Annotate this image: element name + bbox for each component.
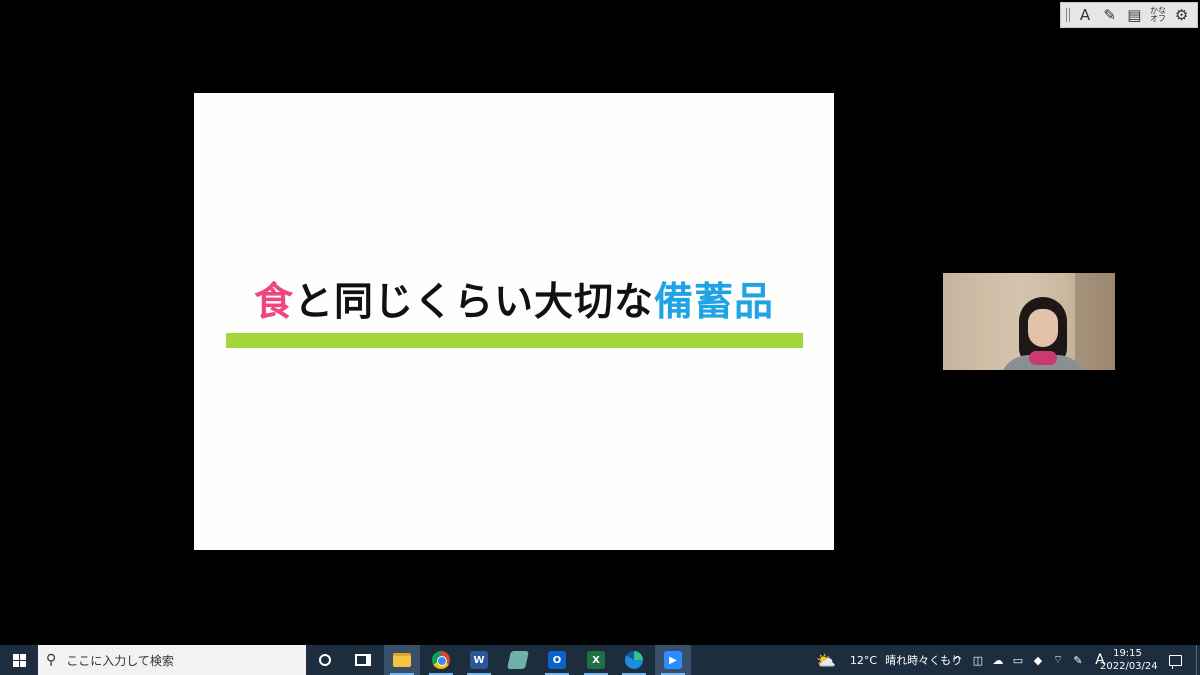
slide-title-food: 食 bbox=[253, 280, 294, 325]
chrome-icon bbox=[432, 651, 450, 669]
clock-date: 2022/03/24 bbox=[1100, 661, 1158, 672]
taskbar: ⚲ ここに入力して検索 W O X ▶ ⛅ 12°C 晴れ時々くもり ^ ◫ ☁… bbox=[0, 645, 1200, 675]
cortana-button[interactable] bbox=[307, 645, 343, 675]
task-view-icon bbox=[355, 654, 371, 666]
wifi-icon[interactable]: ⌔ bbox=[1049, 653, 1067, 667]
pen-icon[interactable]: ✎ bbox=[1069, 654, 1087, 667]
ime-toolbar-grip[interactable] bbox=[1066, 8, 1071, 22]
slide-title-middle: と同じくらい大切な bbox=[293, 280, 654, 325]
weather-partly-cloudy-icon: ⛅ bbox=[816, 650, 836, 670]
slide-underline-bar bbox=[226, 333, 803, 348]
weather-widget[interactable]: ⛅ 12°C 晴れ時々くもり bbox=[816, 645, 962, 675]
word-icon: W bbox=[470, 651, 488, 669]
tray-overflow-chevron-icon[interactable]: ^ bbox=[949, 654, 967, 667]
show-desktop-button[interactable] bbox=[1196, 645, 1200, 675]
slide-title-supplies: 備蓄品 bbox=[654, 280, 775, 325]
taskbar-zoom[interactable]: ▶ bbox=[655, 645, 691, 675]
ime-input-mode-button[interactable]: A bbox=[1075, 5, 1095, 25]
edge-icon bbox=[625, 651, 643, 669]
onedrive-cloud-icon[interactable]: ☁ bbox=[989, 654, 1007, 667]
ime-dictionary-icon[interactable]: ▤ bbox=[1124, 5, 1144, 25]
excel-icon: X bbox=[587, 651, 605, 669]
battery-icon[interactable]: ▭ bbox=[1009, 654, 1027, 667]
cortana-icon bbox=[319, 654, 331, 666]
windows-logo-icon bbox=[12, 653, 26, 667]
ime-kana-toggle-button[interactable]: かなオフ bbox=[1149, 5, 1167, 25]
ime-settings-gear-icon[interactable]: ⚙ bbox=[1172, 5, 1192, 25]
taskbar-word[interactable]: W bbox=[461, 645, 497, 675]
webcam-video-tile[interactable] bbox=[943, 273, 1115, 370]
outlook-icon: O bbox=[548, 651, 566, 669]
search-icon: ⚲ bbox=[46, 652, 57, 668]
taskbar-excel[interactable]: X bbox=[578, 645, 614, 675]
participant-collar bbox=[1029, 351, 1057, 365]
taskbar-chrome[interactable] bbox=[423, 645, 459, 675]
task-view-button[interactable] bbox=[345, 645, 381, 675]
tray-meet-icon[interactable]: ◫ bbox=[969, 654, 987, 667]
taskbar-notes[interactable] bbox=[500, 645, 536, 675]
system-tray: ^ ◫ ☁ ▭ ◆ ⌔ ✎ A bbox=[948, 645, 1112, 675]
taskbar-clock[interactable]: 19:15 2022/03/24 bbox=[1100, 645, 1158, 675]
notes-icon bbox=[507, 651, 529, 669]
taskbar-search-box[interactable]: ⚲ ここに入力して検索 bbox=[38, 645, 306, 675]
clock-time: 19:15 bbox=[1113, 648, 1142, 659]
search-placeholder: ここに入力して検索 bbox=[66, 653, 174, 668]
shared-slide: 食と同じくらい大切な備蓄品 bbox=[194, 93, 834, 550]
taskbar-edge[interactable] bbox=[616, 645, 652, 675]
ime-handwriting-icon[interactable]: ✎ bbox=[1100, 5, 1120, 25]
participant-face bbox=[1028, 309, 1058, 347]
zoom-icon: ▶ bbox=[664, 651, 682, 669]
taskbar-outlook[interactable]: O bbox=[539, 645, 575, 675]
notification-icon bbox=[1168, 654, 1182, 669]
slide-title: 食と同じくらい大切な備蓄品 bbox=[194, 271, 834, 327]
weather-temperature: 12°C bbox=[849, 653, 878, 667]
folder-icon bbox=[393, 653, 411, 667]
dropbox-icon[interactable]: ◆ bbox=[1029, 654, 1047, 667]
taskbar-file-explorer[interactable] bbox=[384, 645, 420, 675]
ime-toolbar: A ✎ ▤ かなオフ ⚙ bbox=[1060, 2, 1198, 28]
action-center-button[interactable] bbox=[1160, 645, 1190, 675]
start-button[interactable] bbox=[0, 645, 38, 675]
